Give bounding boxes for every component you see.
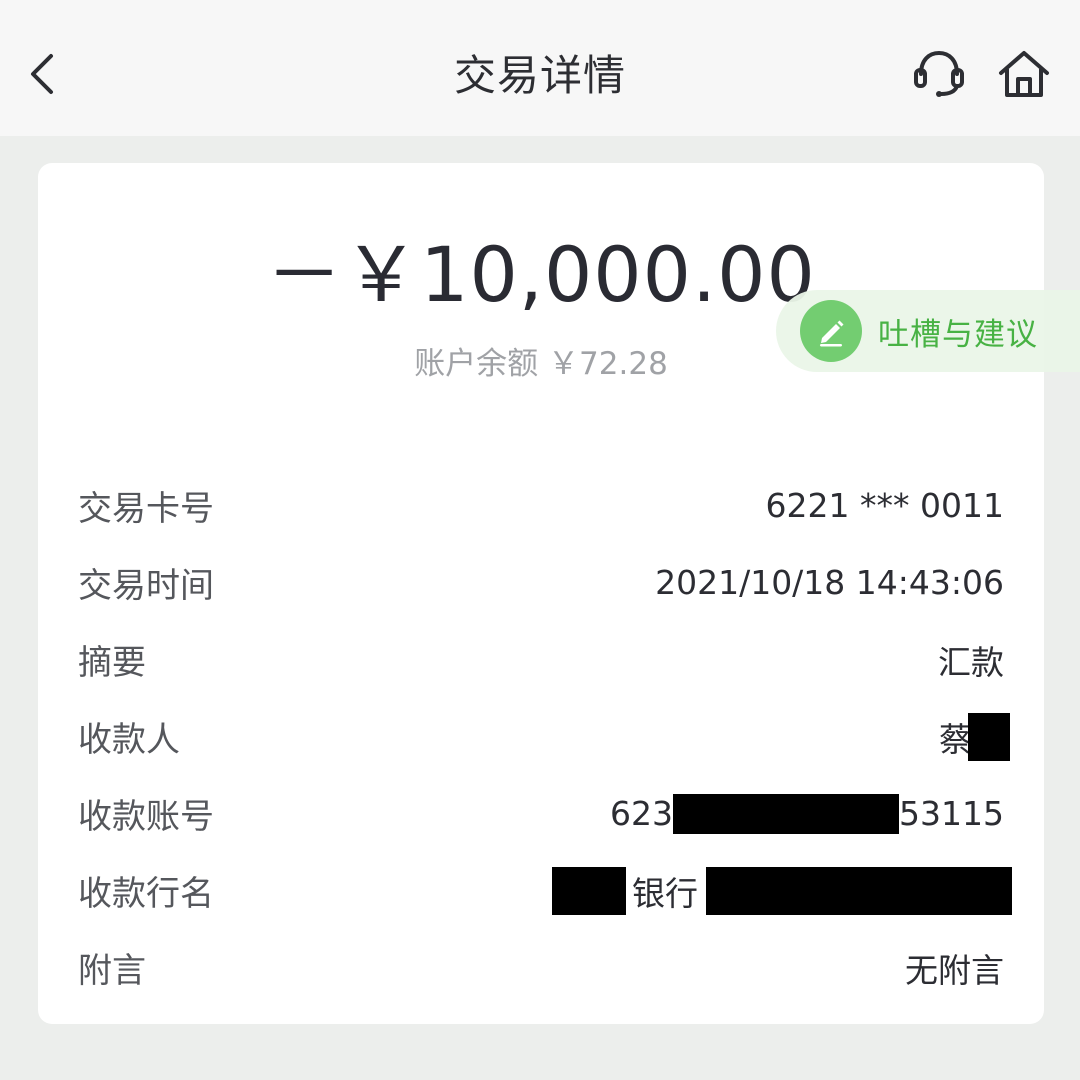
detail-label: 附言 [78,951,146,991]
detail-label: 收款行名 [78,874,214,914]
redaction-mask [968,712,1010,761]
pencil-icon [800,300,862,362]
transaction-time-value: 2021/10/18 14:43:06 [655,563,1004,602]
account-prefix: 623 [610,794,674,833]
payee-value: 蔡 [939,712,1010,761]
detail-row-payee: 收款人 蔡 [78,698,1010,775]
feedback-button[interactable]: 吐槽与建议 [776,290,1080,372]
account-suffix: 53115 [899,794,1004,833]
detail-label: 交易时间 [78,566,214,606]
top-bar: 交易详情 [0,0,1080,136]
detail-row-time: 交易时间 2021/10/18 14:43:06 [78,544,1004,621]
card-number-value: 6221 *** 0011 [765,486,1004,525]
feedback-label: 吐槽与建议 [878,316,1038,353]
payee-bank-value: 银行 [552,866,1012,915]
redaction-mask [552,866,626,915]
home-icon [999,51,1049,97]
note-value: 无附言 [905,950,1004,990]
detail-label: 交易卡号 [78,489,214,529]
summary-value: 汇款 [938,642,1004,682]
payee-account-value: 623 53115 [610,793,1004,834]
customer-service-button[interactable] [908,46,970,102]
detail-row-summary: 摘要 汇款 [78,621,1004,698]
detail-label: 收款账号 [78,797,214,837]
balance-value: ￥72.28 [548,346,668,382]
headset-icon [914,50,964,97]
redaction-mask [706,866,1012,915]
detail-row-payee-bank: 收款行名 银行 [78,852,1012,929]
balance-label: 账户余额 [414,346,539,382]
detail-label: 收款人 [78,720,180,760]
detail-row-payee-account: 收款账号 623 53115 [78,775,1004,852]
detail-label: 摘要 [78,643,146,683]
redaction-mask [673,793,900,834]
detail-row-card-no: 交易卡号 6221 *** 0011 [78,467,1004,544]
home-button[interactable] [994,44,1054,104]
detail-row-note: 附言 无附言 [78,929,1004,1006]
detail-list: 交易卡号 6221 *** 0011 交易时间 2021/10/18 14:43… [78,467,1012,1006]
bank-visible-text: 银行 [632,873,698,913]
